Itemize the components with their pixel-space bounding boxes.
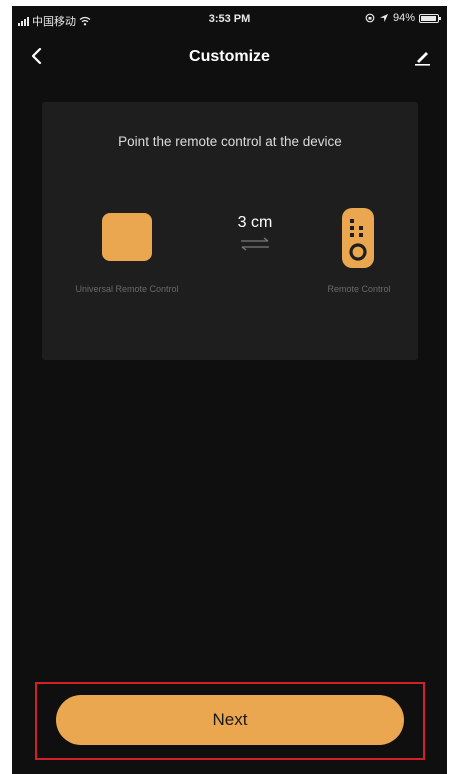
pencil-icon bbox=[415, 52, 430, 66]
transfer-arrows-icon bbox=[241, 237, 269, 251]
page-title: Customize bbox=[189, 48, 270, 65]
orientation-lock-icon bbox=[365, 13, 375, 23]
universal-remote-label: Universal Remote Control bbox=[75, 284, 179, 294]
universal-remote-icon bbox=[102, 213, 152, 261]
nav-bar: Customize bbox=[12, 36, 447, 76]
location-icon bbox=[379, 14, 388, 22]
pairing-card: Point the remote control at the device 3… bbox=[42, 102, 418, 360]
next-button[interactable]: Next bbox=[56, 695, 404, 745]
edit-button[interactable] bbox=[409, 44, 435, 70]
status-bar: 中国移动 3:53 PM 94% bbox=[12, 6, 447, 32]
instruction-text: Point the remote control at the device bbox=[118, 134, 342, 149]
battery-percent: 94% bbox=[392, 12, 415, 24]
battery-icon bbox=[419, 13, 441, 23]
distance-text: 3 cm bbox=[237, 214, 273, 231]
status-right: 94% bbox=[365, 12, 441, 24]
phone-screen: 中国移动 3:53 PM 94% Customize Point the rem… bbox=[12, 6, 447, 774]
remote-control-icon bbox=[342, 208, 374, 268]
remote-control-label: Remote Control bbox=[327, 284, 391, 294]
